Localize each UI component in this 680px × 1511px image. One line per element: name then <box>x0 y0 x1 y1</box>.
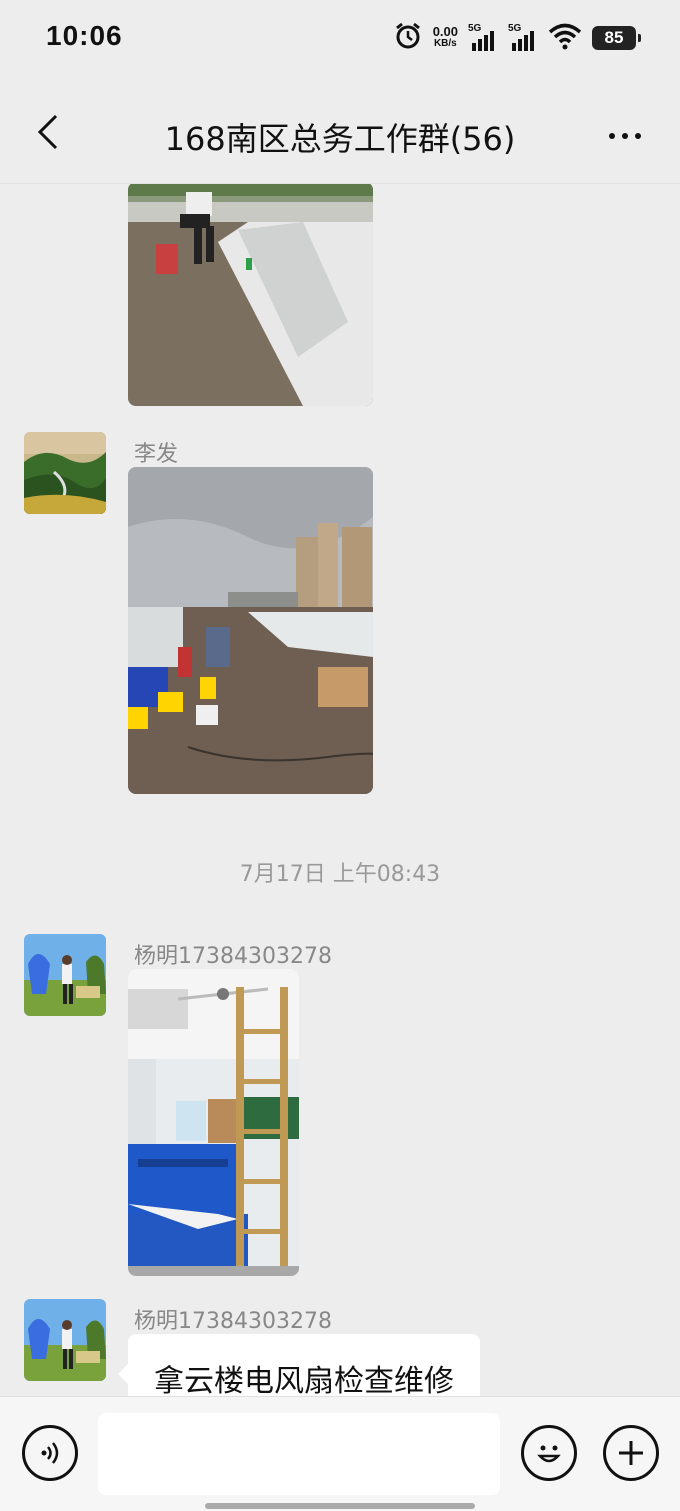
input-bar <box>0 1396 680 1511</box>
chat-title: 168南区总务工作群(56) <box>164 120 516 158</box>
wifi-icon <box>548 22 582 54</box>
signal-icon: 5G <box>508 23 538 51</box>
sender-name: 杨明17384303278 <box>134 944 332 969</box>
message-image[interactable] <box>128 467 373 794</box>
avatar[interactable] <box>24 934 106 1016</box>
plus-button[interactable] <box>603 1425 659 1481</box>
message-input[interactable] <box>98 1413 500 1495</box>
avatar[interactable] <box>24 1299 106 1381</box>
avatar[interactable] <box>24 432 106 514</box>
emoji-button[interactable] <box>521 1425 577 1481</box>
plus-icon <box>619 1441 643 1465</box>
emoji-icon <box>537 1445 561 1463</box>
signal-icon: 5G <box>468 23 498 51</box>
voice-button[interactable] <box>22 1425 78 1481</box>
message-image[interactable] <box>128 969 299 1276</box>
chat-header: 168南区总务工作群(56) <box>0 78 680 184</box>
status-time: 10:06 <box>46 20 123 51</box>
message-list[interactable]: 李发 7月17日 上午08:43 杨明17384303278 杨明1738430… <box>0 184 680 1396</box>
sender-name: 杨明17384303278 <box>134 1309 332 1334</box>
voice-icon <box>41 1442 59 1464</box>
message-bubble[interactable]: 拿云楼电风扇检查维修 <box>118 1334 480 1396</box>
timestamp: 7月17日 上午08:43 <box>239 862 441 887</box>
net-speed-value: 0.00 <box>432 24 458 39</box>
status-bar: 10:06 0.00 KB/s 5G 5G 85 <box>0 0 680 78</box>
sender-name: 李发 <box>134 442 179 467</box>
home-indicator[interactable] <box>205 1503 475 1509</box>
message-image[interactable] <box>128 184 373 406</box>
net-speed: 0.00 KB/s <box>432 24 458 50</box>
status-icons: 0.00 KB/s 5G 5G 85 <box>393 20 641 56</box>
more-dots-icon[interactable] <box>600 116 650 156</box>
net-speed-unit: KB/s <box>433 38 457 49</box>
alarm-icon <box>393 21 423 55</box>
battery-icon: 85 <box>592 26 641 50</box>
